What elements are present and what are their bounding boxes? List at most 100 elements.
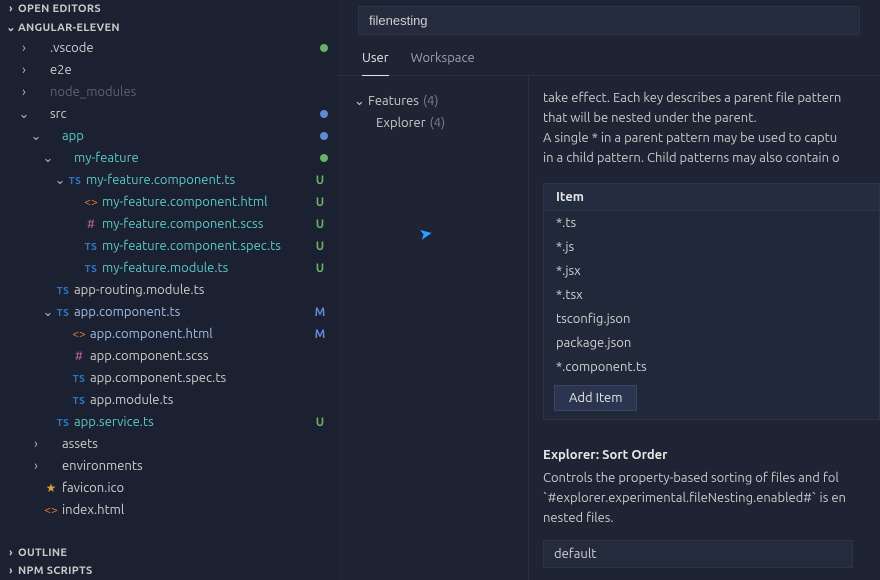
html-icon: <> bbox=[82, 196, 100, 209]
chevron-down-icon[interactable]: ⌄ bbox=[18, 107, 30, 122]
category-label: Features bbox=[368, 94, 419, 108]
git-status-dot bbox=[320, 132, 328, 140]
git-status-badge: U bbox=[312, 174, 328, 187]
file-label: app.component.spec.ts bbox=[90, 371, 328, 385]
chevron-down-icon[interactable]: ⌄ bbox=[42, 305, 54, 320]
pattern-row[interactable]: package.json bbox=[544, 331, 879, 355]
folder-item[interactable]: › .vscode bbox=[0, 37, 338, 59]
file-item[interactable]: TSapp.module.ts bbox=[0, 389, 338, 411]
file-label: app.service.ts bbox=[74, 415, 312, 429]
pattern-row[interactable]: *.ts bbox=[544, 211, 879, 235]
folder-item[interactable]: ›environments bbox=[0, 455, 338, 477]
ts-icon: TS bbox=[82, 262, 100, 275]
setting-sort-order: Explorer: Sort Order Controls the proper… bbox=[543, 448, 880, 568]
settings-search-input[interactable] bbox=[358, 6, 860, 35]
section-project[interactable]: ⌄ ANGULAR-ELEVEN bbox=[0, 18, 338, 37]
file-item[interactable]: <>index.html bbox=[0, 499, 338, 521]
file-label: favicon.ico bbox=[62, 481, 328, 495]
pattern-row[interactable]: tsconfig.json bbox=[544, 307, 879, 331]
chevron-right-icon[interactable]: › bbox=[18, 41, 30, 55]
section-label: OPEN EDITORS bbox=[18, 3, 101, 15]
file-label: app.component.scss bbox=[90, 349, 328, 363]
pattern-row[interactable]: *.js bbox=[544, 235, 879, 259]
file-label: my-feature bbox=[74, 151, 320, 165]
add-item-button[interactable]: Add Item bbox=[554, 385, 637, 411]
file-item[interactable]: TSapp.component.spec.ts bbox=[0, 367, 338, 389]
chevron-down-icon[interactable]: ⌄ bbox=[54, 173, 66, 188]
file-label: my-feature.component.scss bbox=[102, 217, 312, 231]
section-open-editors[interactable]: › OPEN EDITORS bbox=[0, 0, 338, 18]
file-item[interactable]: TSapp-routing.module.ts bbox=[0, 279, 338, 301]
folder-item[interactable]: ⌄ my-feature bbox=[0, 147, 338, 169]
chevron-right-icon[interactable]: › bbox=[30, 459, 42, 473]
file-item[interactable]: #my-feature.component.scssU bbox=[0, 213, 338, 235]
file-item[interactable]: ⌄TSapp.component.tsM bbox=[0, 301, 338, 323]
settings-editor: User Workspace ⌄ Features (4) Explorer (… bbox=[338, 0, 880, 580]
settings-scope-tabs: User Workspace bbox=[338, 35, 880, 76]
tab-user[interactable]: User bbox=[362, 51, 389, 76]
folder-item[interactable]: ›node_modules bbox=[0, 81, 338, 103]
category-count: (4) bbox=[423, 94, 439, 108]
chevron-down-icon[interactable]: ⌄ bbox=[42, 151, 54, 166]
section-label: OUTLINE bbox=[18, 547, 67, 559]
pattern-row[interactable]: *.jsx bbox=[544, 259, 879, 283]
scss-icon: # bbox=[70, 350, 88, 363]
pattern-row[interactable]: *.tsx bbox=[544, 283, 879, 307]
explorer-sidebar: › OPEN EDITORS ⌄ ANGULAR-ELEVEN › .vscode… bbox=[0, 0, 338, 580]
file-item[interactable]: TSmy-feature.module.tsU bbox=[0, 257, 338, 279]
git-status-badge: M bbox=[312, 328, 328, 341]
chevron-down-icon[interactable]: ⌄ bbox=[30, 129, 42, 144]
folder-item[interactable]: ›assets bbox=[0, 433, 338, 455]
file-tree: ›.vscode›e2e›node_modules⌄src⌄app⌄my-fea… bbox=[0, 37, 338, 544]
file-label: my-feature.module.ts bbox=[102, 261, 312, 275]
setting-description: take effect. Each key describes a parent… bbox=[543, 88, 880, 169]
git-status-badge: M bbox=[312, 306, 328, 319]
folder-item[interactable]: ⌄app bbox=[0, 125, 338, 147]
section-npm-scripts[interactable]: › NPM SCRIPTS bbox=[0, 562, 338, 580]
category-features[interactable]: ⌄ Features (4) bbox=[348, 90, 518, 112]
tab-workspace[interactable]: Workspace bbox=[411, 51, 475, 75]
file-item[interactable]: ⌄TSmy-feature.component.tsU bbox=[0, 169, 338, 191]
file-label: .vscode bbox=[50, 41, 320, 55]
file-item[interactable]: ★favicon.ico bbox=[0, 477, 338, 499]
git-status-dot bbox=[320, 110, 328, 118]
chevron-right-icon[interactable]: › bbox=[30, 437, 42, 451]
scss-icon: # bbox=[82, 218, 100, 231]
chevron-right-icon: › bbox=[4, 565, 18, 577]
chevron-down-icon: ⌄ bbox=[4, 21, 18, 34]
file-label: my-feature.component.spec.ts bbox=[102, 239, 312, 253]
git-status-badge: U bbox=[312, 240, 328, 253]
chevron-down-icon: ⌄ bbox=[354, 94, 368, 109]
category-explorer[interactable]: Explorer (4) bbox=[348, 112, 518, 134]
git-status-badge: U bbox=[312, 416, 328, 429]
file-label: src bbox=[50, 107, 320, 121]
section-outline[interactable]: › OUTLINE bbox=[0, 544, 338, 562]
file-item[interactable]: <>app.component.htmlM bbox=[0, 323, 338, 345]
file-label: my-feature.component.html bbox=[102, 195, 312, 209]
ts-icon: TS bbox=[70, 394, 88, 407]
setting-title: Explorer: Sort Order bbox=[543, 448, 880, 462]
chevron-right-icon: › bbox=[4, 3, 18, 15]
file-item[interactable]: <>my-feature.component.htmlU bbox=[0, 191, 338, 213]
chevron-right-icon: › bbox=[4, 547, 18, 559]
chevron-right-icon[interactable]: › bbox=[18, 63, 30, 77]
pattern-row[interactable]: *.component.ts bbox=[544, 355, 879, 379]
git-status-badge: U bbox=[312, 262, 328, 275]
ts-icon: TS bbox=[54, 306, 72, 319]
file-item[interactable]: #app.component.scss bbox=[0, 345, 338, 367]
file-label: app.component.ts bbox=[74, 305, 312, 319]
folder-item[interactable]: ⌄ src bbox=[0, 103, 338, 125]
file-label: my-feature.component.ts bbox=[86, 173, 312, 187]
folder-item[interactable]: ›e2e bbox=[0, 59, 338, 81]
file-item[interactable]: TSapp.service.tsU bbox=[0, 411, 338, 433]
ts-icon: TS bbox=[54, 284, 72, 297]
table-header-item: Item bbox=[544, 184, 879, 211]
category-label: Explorer bbox=[376, 116, 426, 130]
file-item[interactable]: TSmy-feature.component.spec.tsU bbox=[0, 235, 338, 257]
html-icon: <> bbox=[42, 504, 60, 517]
html-icon: <> bbox=[70, 328, 88, 341]
sort-order-select[interactable]: default bbox=[543, 540, 853, 568]
chevron-right-icon[interactable]: › bbox=[18, 85, 30, 99]
category-count: (4) bbox=[430, 116, 446, 130]
git-status-dot bbox=[320, 154, 328, 162]
